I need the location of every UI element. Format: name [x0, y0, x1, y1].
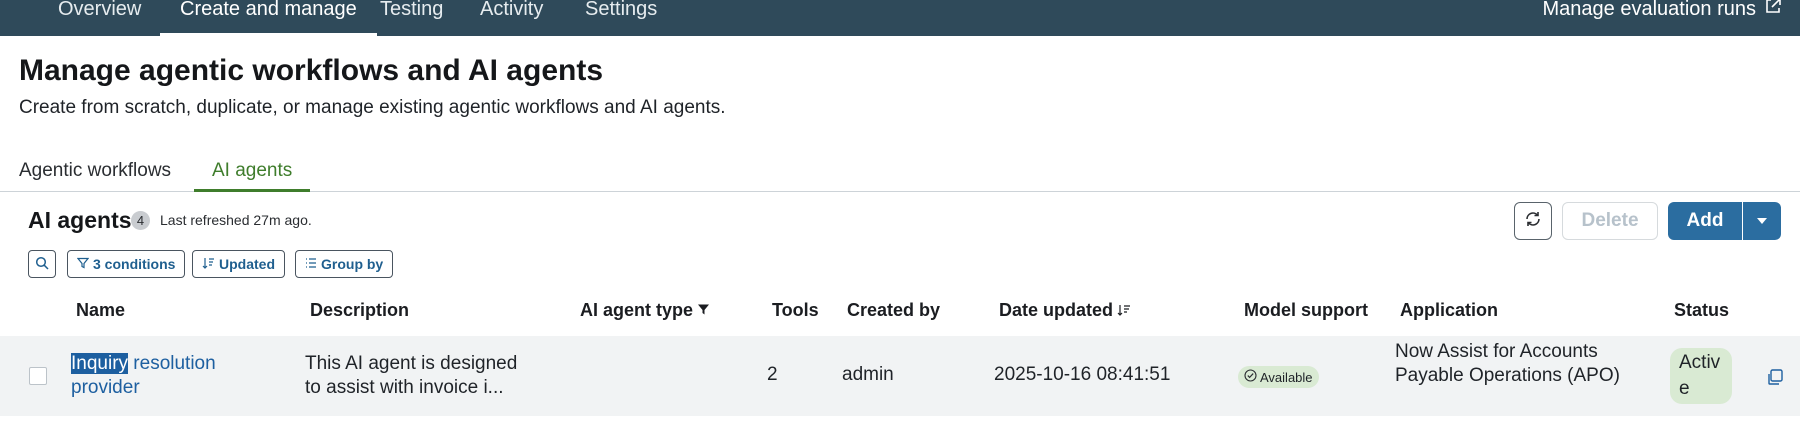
- column-header-label: Model support: [1244, 300, 1368, 320]
- column-header-application[interactable]: Application: [1400, 300, 1498, 321]
- list-title: AI agents: [28, 207, 132, 233]
- add-button[interactable]: Add: [1668, 202, 1742, 240]
- nav-tab-create-and-manage[interactable]: Create and manage: [160, 0, 377, 36]
- conditions-filter-button[interactable]: 3 conditions: [67, 250, 186, 278]
- group-by-label: Group by: [321, 256, 384, 272]
- column-header-label: Date updated: [999, 300, 1114, 320]
- add-menu-button[interactable]: [1743, 202, 1781, 240]
- search-icon: [35, 256, 49, 273]
- column-header-name[interactable]: Name: [76, 300, 125, 321]
- page-title: Manage agentic workflows and AI agents: [19, 54, 604, 87]
- nav-tab-testing[interactable]: Testing: [380, 0, 443, 36]
- refresh-icon: [1523, 209, 1543, 234]
- nav-tab-overview[interactable]: Overview: [58, 0, 141, 36]
- refresh-button[interactable]: [1514, 202, 1552, 240]
- nav-tab-settings[interactable]: Settings: [585, 0, 657, 36]
- tab-ai-agents[interactable]: AI agents: [194, 160, 311, 192]
- list-icon: [305, 256, 317, 272]
- agent-name-link[interactable]: Inquiry resolution provider: [71, 352, 271, 400]
- caret-down-icon: [1756, 212, 1768, 230]
- tab-agentic-workflows[interactable]: Agentic workflows: [19, 160, 171, 192]
- sort-updated-button[interactable]: Updated: [192, 250, 285, 278]
- group-by-button[interactable]: Group by: [295, 250, 394, 278]
- manage-evaluation-runs-label: Manage evaluation runs: [1542, 0, 1756, 20]
- last-refreshed-text: Last refreshed 27m ago.: [160, 212, 312, 228]
- conditions-filter-label: 3 conditions: [93, 256, 176, 272]
- sort-icon: [202, 256, 215, 272]
- sort-desc-icon: [1117, 300, 1131, 321]
- search-button[interactable]: [28, 250, 56, 278]
- top-navigation: Overview Create and manage Testing Activ…: [0, 0, 1800, 36]
- page-subtitle: Create from scratch, duplicate, or manag…: [19, 97, 726, 118]
- agent-tools-count: 2: [767, 364, 778, 385]
- status-badge: Active: [1670, 348, 1732, 404]
- check-circle-icon: [1244, 369, 1257, 385]
- agent-application: Now Assist for Accounts Payable Operatio…: [1395, 341, 1620, 386]
- model-support-label: Available: [1260, 369, 1313, 385]
- section-tabs: Agentic workflows AI agents: [0, 156, 1800, 192]
- agent-date-updated: 2025-10-16 08:41:51: [994, 364, 1171, 385]
- row-checkbox[interactable]: [29, 367, 47, 385]
- agent-description: This AI agent is designed to assist with…: [305, 353, 518, 398]
- column-header-label: Name: [76, 300, 126, 320]
- column-header-ai-agent-type[interactable]: AI agent type: [580, 300, 710, 321]
- agent-name-highlight: Inquiry: [71, 353, 129, 374]
- column-header-status[interactable]: Status: [1674, 300, 1729, 321]
- copy-icon[interactable]: [1766, 368, 1784, 391]
- sort-updated-label: Updated: [219, 256, 275, 272]
- delete-button[interactable]: Delete: [1562, 202, 1658, 240]
- agent-created-by: admin: [842, 364, 894, 385]
- column-header-label: Application: [1400, 300, 1498, 320]
- column-header-tools[interactable]: Tools: [772, 300, 819, 321]
- column-header-description[interactable]: Description: [310, 300, 409, 321]
- external-link-icon: [1764, 0, 1782, 21]
- count-badge: 4: [131, 211, 150, 230]
- column-header-label: Tools: [772, 300, 819, 320]
- filter-icon: [76, 256, 90, 272]
- column-header-date-updated[interactable]: Date updated: [999, 300, 1131, 321]
- nav-tab-activity[interactable]: Activity: [480, 0, 543, 36]
- column-header-created-by[interactable]: Created by: [847, 300, 940, 321]
- column-header-label: Created by: [847, 300, 941, 320]
- model-support-badge: Available: [1238, 366, 1319, 388]
- manage-evaluation-runs-link[interactable]: Manage evaluation runs: [1543, 0, 1782, 21]
- column-header-label: Status: [1674, 300, 1730, 320]
- filter-active-icon: [697, 300, 710, 321]
- column-header-label: AI agent type: [580, 300, 694, 320]
- column-header-label: Description: [310, 300, 410, 320]
- column-header-model-support[interactable]: Model support: [1244, 300, 1368, 321]
